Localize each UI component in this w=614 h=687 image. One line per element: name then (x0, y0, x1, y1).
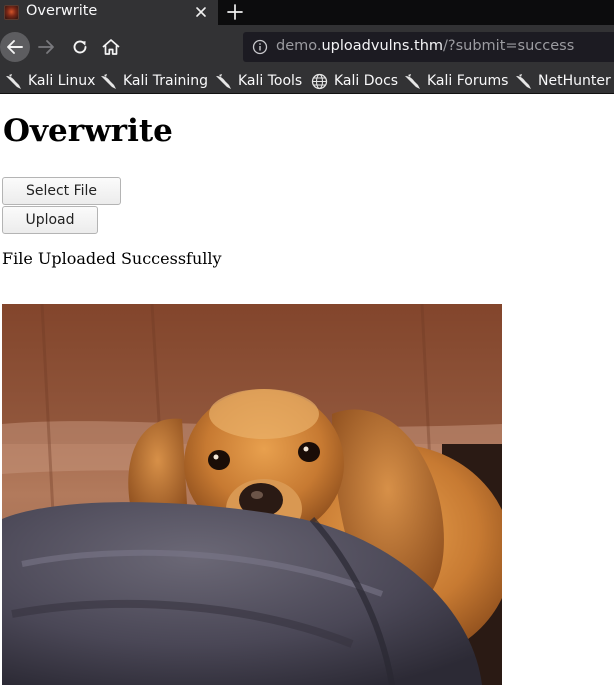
bookmarks-toolbar: Kali Linux Kali Training Kali Tools Kali… (0, 68, 614, 94)
navigation-toolbar: demo.uploadvulns.thm/?submit=success (0, 25, 614, 68)
url-path: /?submit=success (443, 38, 575, 54)
bookmark-label: Kali Forums (427, 73, 509, 89)
tab-strip: Overwrite (0, 0, 614, 25)
bookmark-label: Kali Tools (238, 73, 303, 89)
kali-dragon-icon (516, 73, 531, 89)
page-content: Overwrite Select File Upload File Upload… (0, 95, 614, 687)
forward-button[interactable] (36, 38, 56, 56)
bookmark-kali-tools[interactable]: Kali Tools (215, 71, 302, 91)
address-bar[interactable]: demo.uploadvulns.thm/?submit=success (243, 32, 614, 62)
uploaded-dog-photo (2, 304, 502, 685)
close-tab-icon[interactable] (193, 4, 209, 20)
forward-arrow-icon (38, 40, 54, 54)
kali-dragon-icon (101, 73, 116, 89)
home-icon (102, 39, 120, 55)
kali-dragon-icon (405, 73, 420, 89)
url-host: uploadvulns.thm (321, 38, 444, 54)
info-icon[interactable] (252, 39, 268, 55)
home-button[interactable] (100, 37, 122, 57)
globe-icon (311, 73, 328, 89)
bookmark-label: Kali Training (123, 73, 208, 89)
site-favicon (4, 5, 19, 20)
tab-title: Overwrite (26, 3, 98, 19)
bookmark-kali-forums[interactable]: Kali Forums (404, 71, 508, 91)
bookmark-kali-docs[interactable]: Kali Docs (311, 71, 398, 91)
kali-dragon-icon (6, 73, 21, 89)
bookmark-label: NetHunter (538, 73, 611, 89)
bookmark-label: Kali Linux (28, 73, 96, 89)
upload-status-message: File Uploaded Successfully (2, 249, 222, 268)
bookmark-kali-linux[interactable]: Kali Linux (5, 71, 95, 91)
bookmark-label: Kali Docs (334, 73, 399, 89)
url-prefix: demo. (276, 38, 322, 54)
upload-button[interactable]: Upload (2, 206, 98, 234)
page-title: Overwrite (3, 113, 173, 149)
back-button[interactable] (0, 32, 30, 62)
select-file-button[interactable]: Select File (2, 177, 121, 205)
reload-icon (73, 40, 87, 54)
url-text: demo.uploadvulns.thm/?submit=success (276, 38, 574, 54)
reload-button[interactable] (70, 37, 90, 57)
tab-overwrite[interactable]: Overwrite (0, 0, 218, 25)
back-arrow-icon (7, 40, 23, 54)
bookmark-kali-training[interactable]: Kali Training (100, 71, 208, 91)
bookmark-nethunter[interactable]: NetHunter (515, 71, 611, 91)
new-tab-plus-icon[interactable] (226, 3, 244, 21)
kali-dragon-icon (216, 73, 231, 89)
